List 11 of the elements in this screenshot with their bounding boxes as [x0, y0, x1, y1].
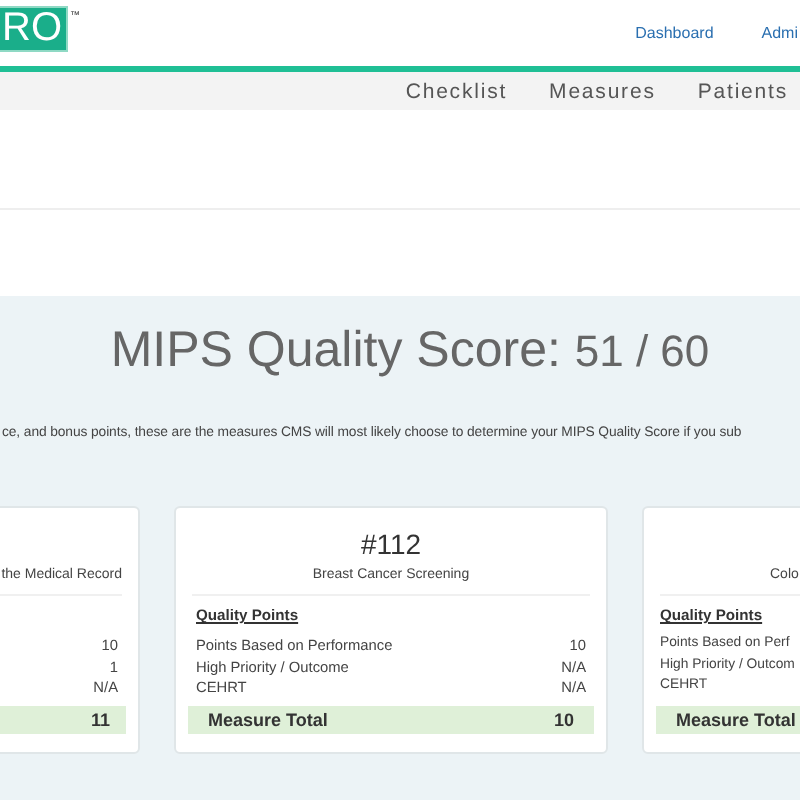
- nav-tab[interactable]: Patients: [697, 79, 788, 103]
- total-label: Measure Total: [676, 709, 796, 729]
- nav-tab[interactable]: Measures: [549, 79, 656, 103]
- header-link[interactable]: Admi: [761, 24, 798, 42]
- score-title: MIPS Quality Score: 51 / 60: [108, 322, 712, 380]
- measure-number: #112: [360, 528, 422, 560]
- header-link[interactable]: Dashboard: [635, 24, 714, 42]
- total-label: Measure Total: [208, 709, 328, 729]
- total-value: 11: [90, 709, 110, 729]
- nav-tab[interactable]: Checklist: [405, 79, 508, 103]
- total-value: 10: [553, 709, 574, 729]
